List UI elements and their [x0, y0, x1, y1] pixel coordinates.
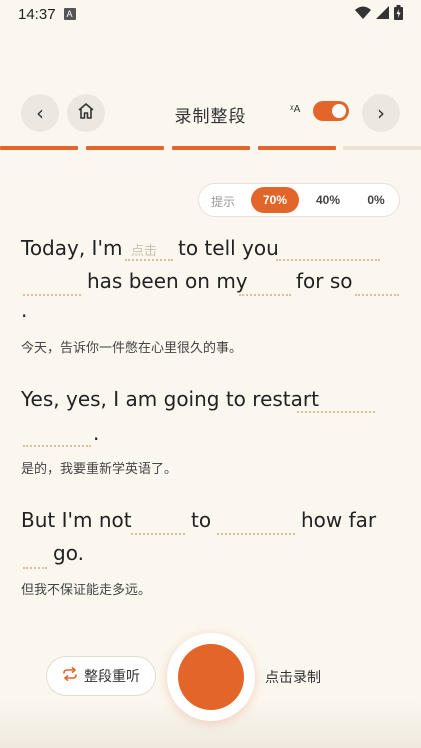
sentence-translation: 今天，告诉你一件憋在心里很久的事。: [21, 341, 243, 356]
signal-icon: [376, 5, 389, 23]
sentence-translation: 是的，我要重新学英语了。: [21, 462, 178, 477]
blank-slot[interactable]: [23, 567, 47, 569]
blank-slot[interactable]: [239, 294, 291, 296]
hint-option-0[interactable]: 0%: [355, 187, 397, 213]
hint-option-40[interactable]: 40%: [305, 187, 351, 213]
page-title: 录制整段: [174, 107, 247, 127]
record-label: 点击录制: [265, 670, 321, 686]
next-button[interactable]: ›: [362, 94, 400, 132]
blank-slot[interactable]: [23, 294, 81, 296]
blank-slot[interactable]: [355, 294, 399, 296]
sentence-translation: 但我不保证能走多远。: [21, 583, 152, 598]
blank-slot[interactable]: [217, 533, 295, 535]
chevron-right-icon: ›: [377, 101, 385, 125]
sentence-text: for so: [296, 269, 353, 293]
sentence-text: Today, I'm: [21, 236, 123, 260]
progress-segment: [343, 146, 421, 150]
hint-selector: 提示 70% 40% 0%: [198, 183, 400, 217]
sentence-text: to: [191, 508, 212, 532]
sentence-text: go.: [53, 541, 84, 565]
sentence-text: But I'm not: [21, 508, 132, 532]
blank-slot[interactable]: [297, 411, 375, 413]
wifi-icon: [355, 5, 371, 23]
translate-icon: ᵡA: [290, 104, 301, 115]
sentence-text: has been on my: [87, 269, 248, 293]
notification-a-icon: A: [63, 8, 76, 20]
progress-segment: [258, 146, 336, 150]
sentence-text: how far: [301, 508, 377, 532]
segment-progress: [0, 146, 421, 150]
battery-icon: [394, 4, 403, 24]
nav-bar: ‹ 录制整段 ᵡA ›: [0, 90, 421, 136]
sentence-text: to tell you: [178, 236, 279, 260]
header-area: [0, 28, 421, 90]
status-bar: 14:37 A: [0, 0, 421, 28]
blank-slot[interactable]: [276, 259, 380, 261]
blank-slot[interactable]: [131, 533, 185, 535]
sentence-text: .: [93, 421, 100, 445]
replay-label: 整段重听: [84, 669, 140, 685]
hint-option-70[interactable]: 70%: [251, 187, 299, 213]
blank-slot[interactable]: [23, 445, 91, 447]
progress-segment: [172, 146, 250, 150]
progress-segment: [86, 146, 164, 150]
progress-segment: [0, 146, 78, 150]
blank-slot[interactable]: [125, 259, 173, 261]
repeat-icon: [62, 667, 78, 685]
sentence-text: Yes, yes, I am going to restart: [21, 387, 319, 411]
translation-toggle[interactable]: [313, 101, 349, 121]
replay-paragraph-button[interactable]: 整段重听: [46, 656, 156, 696]
record-button[interactable]: [178, 644, 244, 710]
hint-label: 提示: [211, 195, 236, 209]
status-time: 14:37: [18, 5, 56, 23]
blank-hint[interactable]: 点击: [131, 240, 157, 259]
sentence-text: .: [21, 298, 28, 322]
toggle-knob: [332, 104, 346, 118]
